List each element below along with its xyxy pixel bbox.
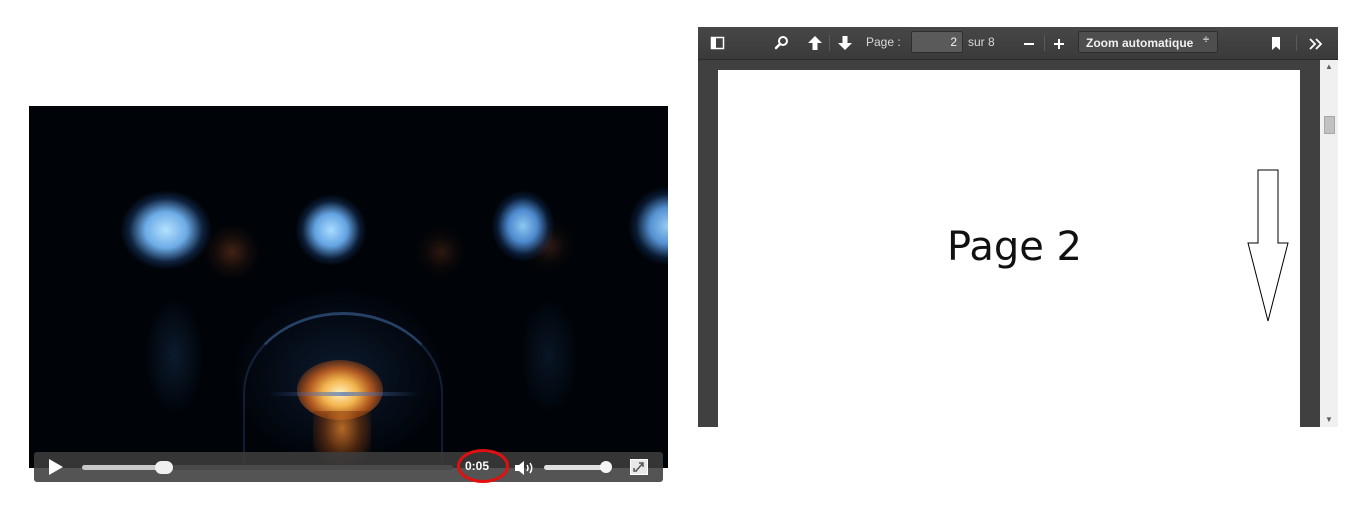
volume-button[interactable] (514, 459, 538, 477)
volume-handle[interactable] (599, 461, 612, 473)
play-icon (49, 459, 63, 475)
scroll-thumb[interactable] (1324, 116, 1335, 134)
vertical-scrollbar[interactable]: ▲ ▼ (1320, 60, 1338, 427)
zoom-select-value: Zoom automatique (1086, 36, 1194, 50)
time-highlight-circle (457, 449, 509, 483)
find-button[interactable] (773, 34, 791, 52)
progress-fill (82, 465, 164, 470)
toolbar-separator (1296, 35, 1297, 51)
progress-handle[interactable] (154, 461, 173, 474)
progress-bar[interactable] (82, 461, 453, 474)
volume-icon (515, 461, 533, 475)
zoom-in-icon (1054, 39, 1064, 49)
play-button[interactable] (44, 457, 66, 477)
zoom-in-button[interactable] (1050, 34, 1068, 52)
sidebar-toggle-icon (710, 36, 725, 50)
search-icon (774, 36, 788, 50)
bookmark-icon (1272, 37, 1280, 50)
previous-page-button[interactable] (806, 34, 824, 52)
volume-fill (544, 465, 606, 470)
tools-icon (1309, 38, 1323, 50)
zoom-out-icon (1024, 43, 1034, 45)
pdf-viewer: Page : sur 8 Zoom automatique ÷ (698, 27, 1338, 427)
scroll-up-button[interactable]: ▲ (1320, 60, 1338, 74)
next-page-icon (838, 36, 852, 50)
bulb-rim (269, 392, 419, 396)
fullscreen-button[interactable] (630, 459, 648, 475)
pdf-viewer-container[interactable]: Page 2 (698, 60, 1320, 427)
toolbar-separator (829, 35, 830, 51)
volume-slider[interactable] (544, 461, 612, 473)
page-label: Page : (866, 35, 901, 49)
video-frame[interactable] (29, 106, 668, 468)
previous-page-icon (808, 36, 822, 50)
zoom-select[interactable]: Zoom automatique ÷ (1078, 31, 1218, 53)
sidebar-toggle-button[interactable] (709, 34, 727, 52)
pdf-toolbar: Page : sur 8 Zoom automatique ÷ (698, 27, 1338, 60)
page-number-input[interactable] (911, 31, 963, 53)
pdf-page: Page 2 (718, 70, 1300, 427)
scroll-down-button[interactable]: ▼ (1320, 413, 1338, 427)
tools-button[interactable] (1307, 34, 1325, 52)
bookmark-button[interactable] (1267, 34, 1285, 52)
next-page-button[interactable] (836, 34, 854, 52)
video-controls: 0:05 (34, 449, 663, 483)
toolbar-separator (1044, 35, 1045, 51)
dropdown-arrow-icon: ÷ (1202, 34, 1209, 46)
video-player[interactable]: 0:05 (29, 106, 668, 483)
page-heading: Page 2 (947, 224, 1082, 270)
fullscreen-icon (630, 459, 648, 475)
page-count: sur 8 (968, 35, 995, 49)
down-arrow-icon (1247, 169, 1289, 322)
zoom-out-button[interactable] (1020, 34, 1038, 52)
